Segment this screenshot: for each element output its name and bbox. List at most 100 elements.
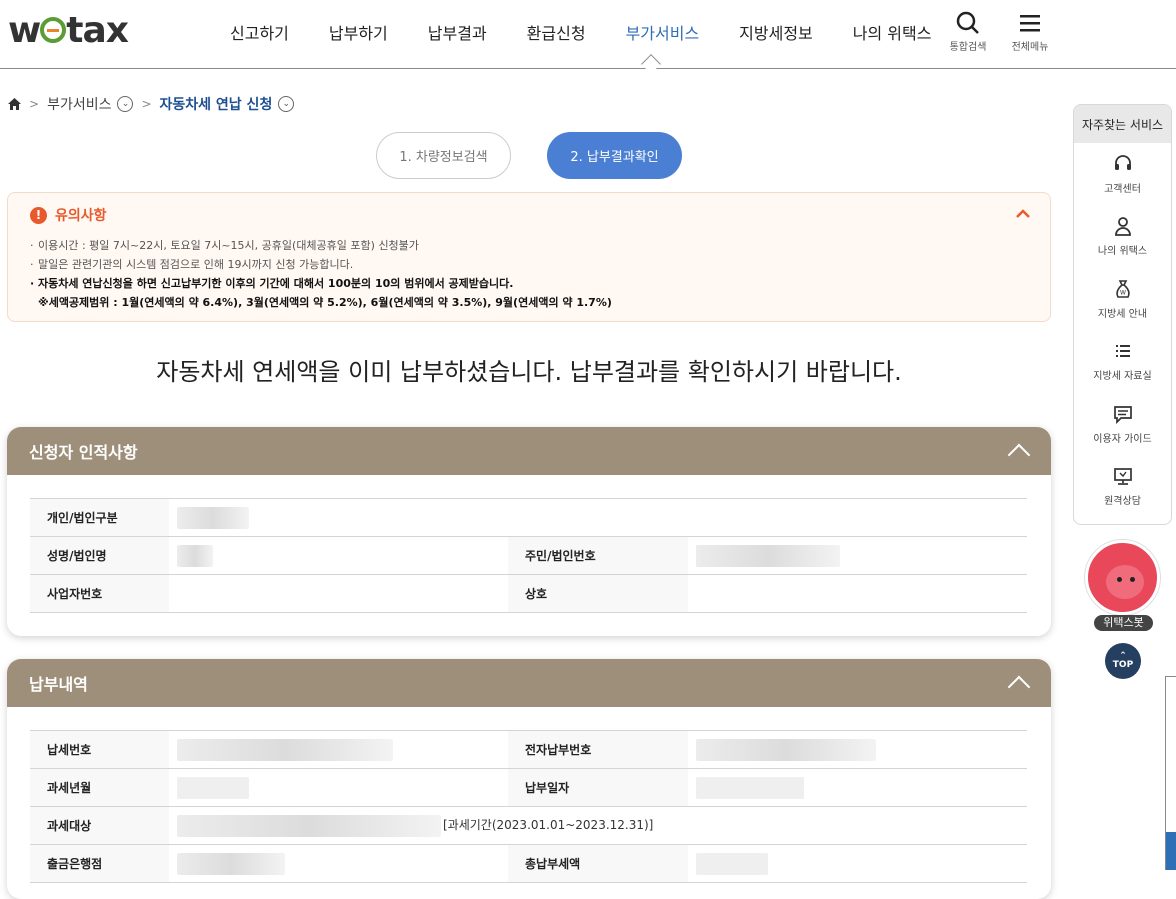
nav-item-file[interactable]: 신고하기 — [210, 20, 309, 44]
label-name: 성명/법인명 — [30, 536, 169, 575]
value-total-amount — [688, 844, 1027, 883]
step-payment-result: 2. 납부결과확인 — [547, 132, 682, 179]
user-icon — [1114, 217, 1131, 237]
value-tax-year-month — [169, 768, 508, 807]
nav-item-refund[interactable]: 환급신청 — [507, 20, 606, 44]
table-row: 개인/법인구분 — [30, 498, 1027, 537]
notice-item: 이용시간 : 평일 7시~22시, 토요일 7시~15시, 공휴일(대체공휴일 … — [30, 236, 612, 255]
value-id-number — [688, 536, 1027, 575]
scroll-top-button[interactable]: ⌃ TOP — [1105, 643, 1141, 679]
chevron-up-icon[interactable] — [1007, 443, 1031, 467]
payment-panel-title: 납부내역 — [29, 675, 88, 694]
label-payment-date: 납부일자 — [508, 768, 688, 807]
label-type: 개인/법인구분 — [30, 498, 169, 537]
redacted-value — [177, 544, 213, 567]
side-edge-widget[interactable] — [1165, 676, 1176, 870]
menu-button[interactable]: 전체메뉴 — [1005, 10, 1055, 53]
menu-label: 전체메뉴 — [1011, 42, 1049, 53]
logo-e-mark — [40, 17, 67, 43]
search-icon — [956, 11, 979, 34]
nav-item-pay-result[interactable]: 납부결과 — [408, 20, 507, 44]
redacted-value — [177, 814, 441, 837]
sidebar-item-label: 지방세 자료실 — [1093, 371, 1152, 383]
sidebar-item-remote-support[interactable]: 원격상담 — [1074, 456, 1171, 519]
redacted-value — [696, 852, 768, 875]
payment-panel: 납부내역 납세번호 전자납부번호 과세년월 납부일자 과세대상 [과세기간(20… — [7, 659, 1051, 899]
nav-item-local-tax-info[interactable]: 지방세정보 — [719, 20, 833, 44]
list-icon — [1115, 345, 1130, 358]
label-e-payment-number: 전자납부번호 — [508, 730, 688, 769]
label-tax-object: 과세대상 — [30, 806, 169, 845]
redacted-value — [696, 544, 840, 567]
chevron-right-icon: > — [29, 97, 40, 111]
table-row: 출금은행점 총납부세액 — [30, 844, 1027, 883]
sidebar-item-my-wetax[interactable]: 나의 위택스 — [1074, 206, 1171, 269]
value-company — [688, 574, 1027, 613]
search-button[interactable]: 통합검색 — [943, 10, 993, 53]
redacted-value — [177, 852, 285, 875]
notice-title: ! 유의사항 — [30, 205, 107, 225]
table-row: 과세년월 납부일자 — [30, 768, 1027, 807]
value-e-payment-number — [688, 730, 1027, 769]
table-row: 사업자번호 상호 — [30, 574, 1027, 613]
redacted-value — [696, 776, 804, 799]
tax-period: [과세기간(2023.01.01~2023.12.31)] — [443, 818, 654, 832]
chatbot-button[interactable] — [1085, 540, 1160, 615]
notice-sub-note: ※세액공제범위 : 1월(연세액의 약 6.4%), 3월(연세액의 약 5.2… — [38, 296, 612, 309]
chatbot-eye — [1117, 577, 1122, 582]
applicant-panel-title: 신청자 인적사항 — [29, 443, 138, 462]
nav-item-extra-services[interactable]: 부가서비스 — [606, 20, 720, 44]
step-vehicle-search: 1. 차량정보검색 — [376, 132, 511, 179]
headset-icon — [1114, 154, 1131, 170]
value-tax-number — [169, 730, 508, 769]
redacted-value — [696, 738, 876, 761]
sidebar-item-user-guide[interactable]: 이용자 가이드 — [1074, 393, 1171, 456]
applicant-panel-header[interactable]: 신청자 인적사항 — [7, 427, 1051, 475]
value-name — [169, 536, 508, 575]
notice-item: 자동차세 연납신청을 하면 신고납부기한 이후의 기간에 대해서 100분의 1… — [30, 274, 612, 293]
sidebar-item-customer-center[interactable]: 고객센터 — [1074, 143, 1171, 206]
result-message: 자동차세 연세액을 이미 납부하셨습니다. 납부결과를 확인하시기 바랍니다. — [156, 358, 902, 386]
label-business-number: 사업자번호 — [30, 574, 169, 613]
chevron-right-icon: > — [141, 97, 152, 111]
notice-item: 말일은 관련기관의 시스템 점검으로 인해 19시까지 신청 가능합니다. — [30, 255, 612, 274]
redacted-value — [177, 506, 249, 529]
payment-table: 납세번호 전자납부번호 과세년월 납부일자 과세대상 [과세기간(2023.01… — [30, 730, 1027, 883]
svg-text:W: W — [1120, 289, 1126, 296]
payment-panel-header[interactable]: 납부내역 — [7, 659, 1051, 707]
quick-services-sidebar: 자주찾는 서비스 고객센터 나의 위택스 W 지방세 안내 지방세 자료실 이용… — [1073, 104, 1172, 525]
sidebar-item-label: 나의 위택스 — [1097, 246, 1148, 258]
table-row: 과세대상 [과세기간(2023.01.01~2023.12.31)] — [30, 806, 1027, 845]
nav-item-pay[interactable]: 납부하기 — [309, 20, 408, 44]
chevron-down-icon[interactable]: ⌄ — [278, 96, 295, 112]
home-icon[interactable] — [8, 98, 21, 110]
value-bank — [169, 844, 508, 883]
table-row: 성명/법인명 주민/법인번호 — [30, 536, 1027, 575]
value-payment-date — [688, 768, 1027, 807]
breadcrumb-level1[interactable]: 부가서비스 — [47, 94, 111, 114]
top-button-label: TOP — [1112, 660, 1134, 670]
search-label: 통합검색 — [949, 42, 987, 53]
label-total-amount: 총납부세액 — [508, 844, 688, 883]
chevron-up-icon[interactable] — [1007, 675, 1031, 699]
chevron-down-icon[interactable]: ⌄ — [117, 96, 134, 112]
wetax-logo[interactable]: w tax — [8, 10, 129, 51]
label-tax-year-month: 과세년월 — [30, 768, 169, 807]
label-tax-number: 납세번호 — [30, 730, 169, 769]
chatbot-label[interactable]: 위택스봇 — [1094, 615, 1153, 631]
sidebar-item-local-tax-guide[interactable]: W 지방세 안내 — [1074, 268, 1171, 331]
applicant-table: 개인/법인구분 성명/법인명 주민/법인번호 사업자번호 상호 — [30, 498, 1027, 613]
sidebar-item-local-tax-library[interactable]: 지방세 자료실 — [1074, 331, 1171, 394]
sidebar-item-label: 원격상담 — [1104, 496, 1141, 508]
nav-item-my-wetax[interactable]: 나의 위택스 — [833, 20, 952, 44]
breadcrumb-current[interactable]: 자동차세 연납 신청 — [160, 94, 273, 114]
notice-collapse-button[interactable] — [1016, 203, 1030, 224]
header: w tax 신고하기 납부하기 납부결과 환급신청 부가서비스 지방세정보 나의 … — [0, 0, 1176, 69]
breadcrumb: > 부가서비스 ⌄ > 자동차세 연납 신청 ⌄ — [8, 94, 295, 114]
chatbot-eye — [1130, 577, 1135, 582]
label-bank: 출금은행점 — [30, 844, 169, 883]
value-business-number — [169, 574, 508, 613]
hamburger-icon — [1020, 15, 1040, 32]
notice-list: 이용시간 : 평일 7시~22시, 토요일 7시~15시, 공휴일(대체공휴일 … — [30, 236, 612, 312]
sidebar-item-label: 이용자 가이드 — [1093, 433, 1152, 445]
